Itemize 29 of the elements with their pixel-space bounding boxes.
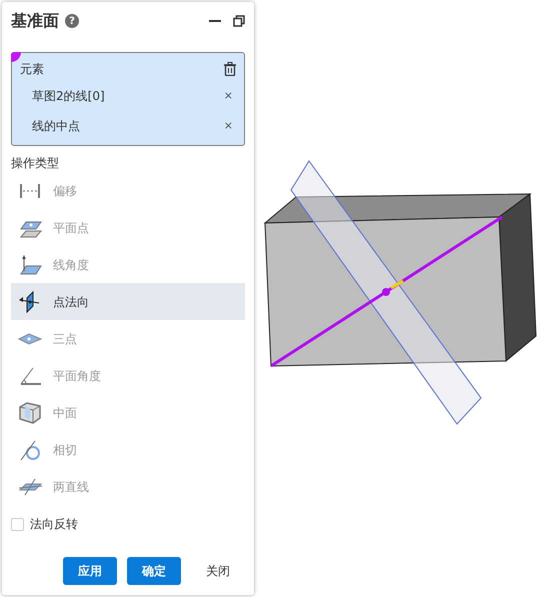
action-button[interactable]: 应用	[63, 557, 117, 585]
action-button[interactable]: 确定	[127, 557, 181, 585]
panel-title: 基准面	[11, 10, 59, 32]
checkbox-label: 法向反转	[30, 516, 78, 533]
remove-button[interactable]: ×	[220, 118, 236, 134]
option-item[interactable]: 中面	[11, 394, 245, 431]
selection-title: 元素	[20, 61, 44, 78]
checkbox[interactable]	[11, 518, 24, 530]
option-item[interactable]: 三点	[11, 320, 245, 357]
remove-button[interactable]: ×	[220, 88, 236, 104]
option-item[interactable]: 线角度	[11, 246, 245, 283]
section-label: 操作类型	[11, 155, 60, 172]
option-item[interactable]: 相切	[11, 431, 245, 468]
option-item[interactable]: 平面角度	[11, 357, 245, 394]
close-button[interactable]: 关闭	[191, 557, 245, 585]
selection-item: 草图2的线[0]	[32, 88, 105, 105]
selection-item: 线的中点	[32, 118, 80, 135]
option-item[interactable]: 平面点	[11, 209, 245, 246]
highlight-segment	[390, 280, 404, 290]
midpoint-marker	[382, 288, 390, 296]
corner-marker	[11, 52, 21, 62]
cube-icon	[17, 400, 43, 424]
option-item[interactable]: 点法向	[11, 283, 245, 320]
trash-icon[interactable]	[224, 62, 236, 76]
help-icon[interactable]: ?	[65, 14, 79, 28]
restore-icon[interactable]	[233, 15, 245, 27]
option-item[interactable]: 偏移	[11, 172, 245, 209]
plane-angle-icon	[17, 252, 43, 276]
option-item[interactable]: 两直线	[11, 468, 245, 505]
